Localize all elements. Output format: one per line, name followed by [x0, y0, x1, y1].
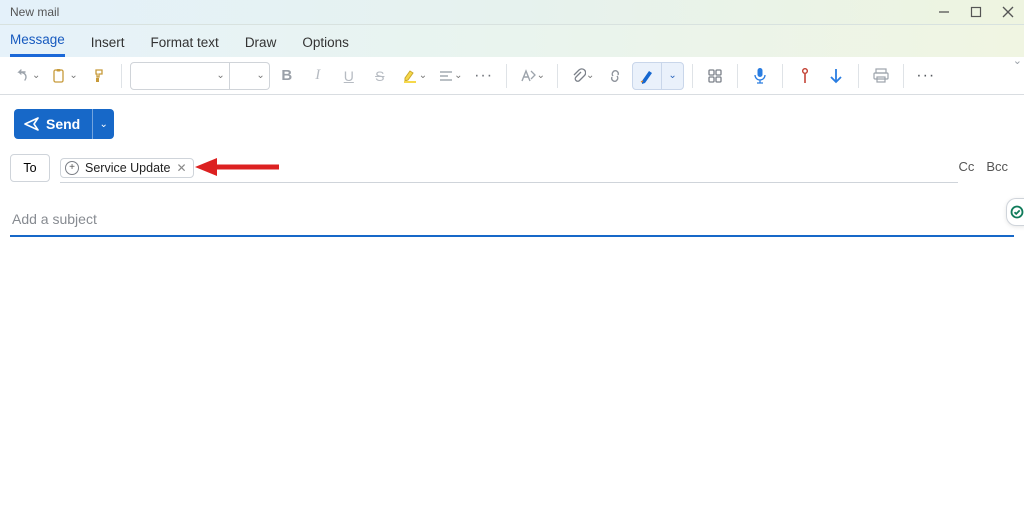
- more-formatting-button[interactable]: ···: [470, 62, 498, 90]
- compose-area: Send ⌄ To + Service Update ✕ Cc Bcc: [0, 95, 1024, 237]
- download-arrow-button[interactable]: [822, 62, 850, 90]
- highlight-button[interactable]: ⌄: [397, 62, 431, 90]
- window-title: New mail: [10, 5, 59, 19]
- bcc-button[interactable]: Bcc: [986, 159, 1008, 174]
- strikethrough-button[interactable]: S: [366, 62, 394, 90]
- to-input-line[interactable]: + Service Update ✕: [60, 153, 958, 183]
- attach-button[interactable]: ⌄: [566, 62, 598, 90]
- minimize-button[interactable]: [938, 6, 950, 18]
- editor-side-button[interactable]: [1006, 198, 1024, 226]
- print-button[interactable]: [867, 62, 895, 90]
- recipient-name: Service Update: [85, 161, 170, 175]
- signature-editor-button[interactable]: ⌄: [632, 62, 683, 90]
- paragraph-options-button[interactable]: ⌄: [434, 62, 466, 90]
- font-size-select[interactable]: ⌄: [230, 62, 270, 90]
- close-button[interactable]: [1002, 6, 1014, 18]
- recipient-pill[interactable]: + Service Update ✕: [60, 158, 194, 178]
- paste-button[interactable]: ⌄: [47, 62, 81, 90]
- ribbon-tabs: Message Insert Format text Draw Options: [0, 25, 1024, 57]
- tab-format-text[interactable]: Format text: [151, 29, 219, 57]
- send-button[interactable]: Send: [14, 109, 92, 139]
- tab-message[interactable]: Message: [10, 26, 65, 57]
- font-group: ⌄ ⌄: [130, 62, 270, 90]
- title-bar: New mail: [0, 0, 1024, 25]
- to-button[interactable]: To: [10, 154, 50, 182]
- bold-button[interactable]: B: [273, 62, 301, 90]
- tab-insert[interactable]: Insert: [91, 29, 125, 57]
- styles-button[interactable]: ⌄: [515, 62, 549, 90]
- sensitivity-button[interactable]: [791, 62, 819, 90]
- send-dropdown[interactable]: ⌄: [92, 109, 114, 139]
- italic-button[interactable]: I: [304, 62, 332, 90]
- more-options-button[interactable]: ···: [912, 62, 940, 90]
- link-button[interactable]: [601, 62, 629, 90]
- send-button-group: Send ⌄: [14, 109, 114, 139]
- ribbon-toolbar: ⌄ ⌄ ⌄ ⌄ B I U S ⌄ ⌄ ··· ⌄ ⌄ ⌄: [0, 57, 1024, 95]
- underline-button[interactable]: U: [335, 62, 363, 90]
- expand-group-icon[interactable]: +: [65, 161, 79, 175]
- format-painter-button[interactable]: [85, 62, 113, 90]
- tab-options[interactable]: Options: [302, 29, 349, 57]
- maximize-button[interactable]: [970, 6, 982, 18]
- send-icon: [24, 116, 40, 132]
- tab-draw[interactable]: Draw: [245, 29, 277, 57]
- collapse-ribbon-icon[interactable]: ⌄: [1013, 54, 1022, 67]
- send-label: Send: [46, 116, 80, 132]
- dictate-button[interactable]: [746, 62, 774, 90]
- font-family-select[interactable]: ⌄: [130, 62, 230, 90]
- apps-button[interactable]: [701, 62, 729, 90]
- remove-recipient-icon[interactable]: ✕: [176, 161, 186, 175]
- to-row: To + Service Update ✕ Cc Bcc: [10, 149, 1014, 187]
- subject-row: [10, 205, 1014, 237]
- subject-input[interactable]: [10, 205, 1014, 237]
- window-controls: [938, 6, 1014, 18]
- editor-icon: [1010, 205, 1024, 219]
- undo-button[interactable]: ⌄: [10, 62, 44, 90]
- cc-button[interactable]: Cc: [958, 159, 974, 174]
